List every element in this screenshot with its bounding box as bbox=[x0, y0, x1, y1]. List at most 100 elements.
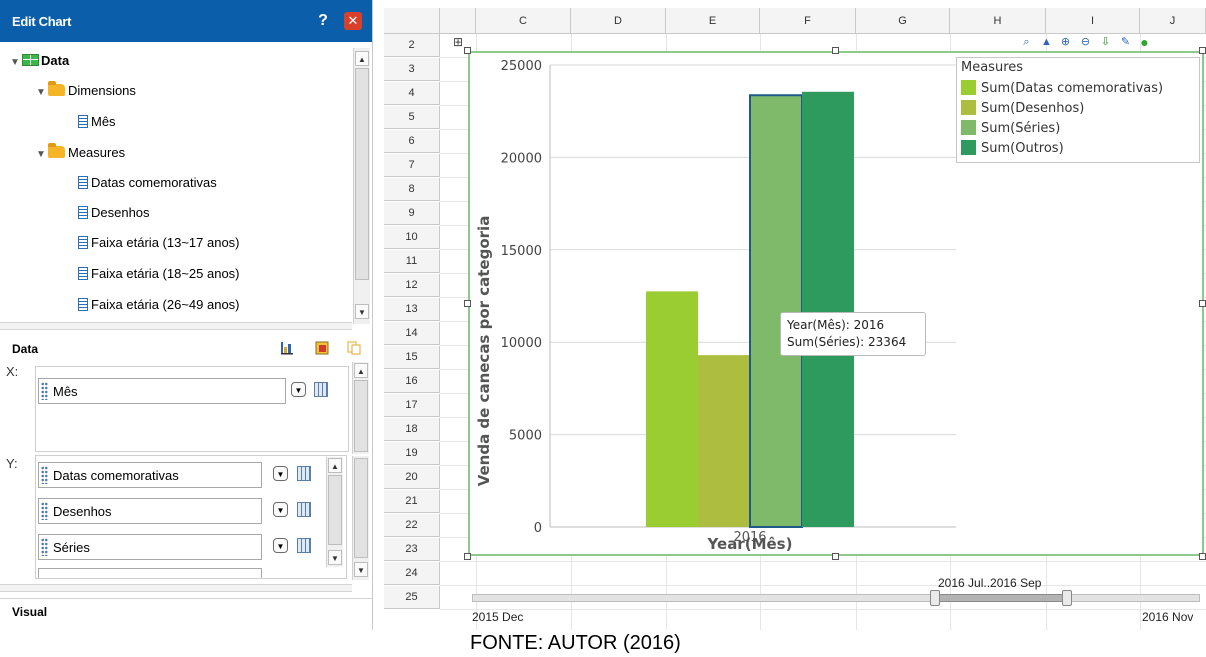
row-header[interactable]: 3 bbox=[384, 58, 440, 81]
column-header[interactable] bbox=[440, 8, 476, 34]
drag-grip-icon[interactable] bbox=[41, 538, 48, 556]
y-field-dropdown-icon[interactable]: ▼ bbox=[273, 502, 288, 517]
y-field-calculator-icon[interactable] bbox=[297, 538, 311, 553]
tree-field-mes[interactable]: Mês bbox=[78, 111, 116, 133]
scroll-thumb[interactable] bbox=[354, 458, 368, 558]
row-header[interactable]: 6 bbox=[384, 130, 440, 153]
column-header[interactable]: E bbox=[666, 8, 760, 34]
row-header[interactable]: 21 bbox=[384, 490, 440, 513]
scroll-thumb[interactable] bbox=[328, 475, 342, 545]
scroll-down-arrow-icon[interactable]: ▼ bbox=[328, 550, 342, 565]
row-header[interactable]: 13 bbox=[384, 298, 440, 321]
range-slider-start-handle[interactable] bbox=[930, 590, 940, 606]
y-field-slot[interactable]: Séries bbox=[38, 534, 262, 560]
x-field-dropdown-icon[interactable]: ▼ bbox=[291, 382, 306, 397]
row-header[interactable]: 15 bbox=[384, 346, 440, 369]
row-header[interactable]: 19 bbox=[384, 442, 440, 465]
expand-triangle-icon[interactable]: ▼ bbox=[36, 82, 48, 104]
scroll-thumb[interactable] bbox=[354, 380, 368, 452]
range-slider-track[interactable] bbox=[472, 594, 1200, 602]
y-field-slot-partial[interactable] bbox=[38, 568, 262, 578]
tree-field-measure[interactable]: Desenhos bbox=[78, 202, 150, 224]
y-zone-scrollbar[interactable]: ▼ bbox=[352, 456, 369, 580]
resize-handle[interactable] bbox=[1199, 300, 1206, 307]
row-header[interactable]: 11 bbox=[384, 250, 440, 273]
column-header[interactable]: F bbox=[760, 8, 856, 34]
row-header[interactable]: 10 bbox=[384, 226, 440, 249]
move-handle-icon[interactable]: ⊞ bbox=[453, 35, 463, 49]
visual-section-header[interactable]: Visual bbox=[0, 598, 372, 631]
zoom-in-icon[interactable]: ⊕ bbox=[1059, 36, 1072, 49]
panel-splitter[interactable] bbox=[0, 322, 352, 330]
tree-root-data[interactable]: ▼ Data bbox=[10, 50, 69, 72]
column-header[interactable]: H bbox=[950, 8, 1046, 34]
row-header[interactable]: 20 bbox=[384, 466, 440, 489]
legend-item[interactable]: Sum(Outros) bbox=[961, 140, 1064, 158]
y-zone-inner-scrollbar[interactable]: ▲ ▼ bbox=[326, 457, 343, 567]
tree-scrollbar[interactable]: ▲ ▼ bbox=[353, 48, 370, 324]
resize-handle[interactable] bbox=[832, 553, 839, 560]
tree-field-measure[interactable]: Faixa etária (13~17 anos) bbox=[78, 232, 240, 254]
x-field-slot[interactable]: Mês bbox=[38, 378, 286, 404]
scroll-thumb[interactable] bbox=[355, 68, 369, 280]
legend-item[interactable]: Sum(Séries) bbox=[961, 120, 1060, 138]
tree-field-measure[interactable]: Faixa etária (18~25 anos) bbox=[78, 263, 240, 285]
row-header[interactable]: 4 bbox=[384, 82, 440, 105]
scroll-down-arrow-icon[interactable]: ▼ bbox=[354, 562, 368, 577]
edit-pencil-icon[interactable]: ✎ bbox=[1119, 36, 1132, 49]
column-header[interactable]: J bbox=[1140, 8, 1206, 34]
range-slider-end-handle[interactable] bbox=[1062, 590, 1072, 606]
x-field-calculator-icon[interactable] bbox=[314, 382, 328, 397]
y-field-calculator-icon[interactable] bbox=[297, 502, 311, 517]
y-field-calculator-icon[interactable] bbox=[297, 466, 311, 481]
column-header[interactable]: G bbox=[856, 8, 950, 34]
range-slider-selection[interactable] bbox=[935, 594, 1068, 602]
zoom-out-icon[interactable]: ⊖ bbox=[1079, 36, 1092, 49]
resize-handle[interactable] bbox=[464, 300, 471, 307]
bar[interactable] bbox=[646, 291, 698, 527]
row-header[interactable]: 7 bbox=[384, 154, 440, 177]
expand-triangle-icon[interactable]: ▼ bbox=[36, 144, 48, 166]
row-header[interactable]: 14 bbox=[384, 322, 440, 345]
tree-folder-measures[interactable]: ▼ Measures bbox=[36, 142, 125, 164]
row-header[interactable]: 8 bbox=[384, 178, 440, 201]
scroll-down-arrow-icon[interactable]: ▼ bbox=[355, 304, 369, 319]
row-header[interactable]: 24 bbox=[384, 562, 440, 585]
drag-grip-icon[interactable] bbox=[41, 502, 48, 520]
resize-handle[interactable] bbox=[1199, 553, 1206, 560]
column-header[interactable]: C bbox=[476, 8, 571, 34]
tree-field-measure[interactable]: Datas comemorativas bbox=[78, 172, 217, 194]
row-header[interactable]: 25 bbox=[384, 586, 440, 609]
row-header[interactable]: 18 bbox=[384, 418, 440, 441]
tree-field-measure[interactable]: Faixa etária (26~49 anos) bbox=[78, 294, 240, 316]
y-field-dropdown-icon[interactable]: ▼ bbox=[273, 466, 288, 481]
tree-folder-dimensions[interactable]: ▼ Dimensions bbox=[36, 80, 136, 102]
row-header[interactable]: 2 bbox=[384, 34, 440, 57]
close-icon[interactable]: ✕ bbox=[344, 12, 362, 30]
color-palette-icon[interactable] bbox=[315, 341, 329, 355]
resize-handle[interactable] bbox=[464, 47, 471, 54]
bar[interactable] bbox=[698, 355, 750, 527]
resize-handle[interactable] bbox=[832, 47, 839, 54]
corner-cell[interactable] bbox=[384, 8, 440, 34]
row-header[interactable]: 12 bbox=[384, 274, 440, 297]
row-header[interactable]: 5 bbox=[384, 106, 440, 129]
y-field-dropdown-icon[interactable]: ▼ bbox=[273, 538, 288, 553]
help-icon[interactable]: ? bbox=[314, 12, 332, 30]
drag-grip-icon[interactable] bbox=[41, 466, 48, 484]
expand-triangle-icon[interactable]: ▼ bbox=[10, 52, 22, 74]
legend-item[interactable]: Sum(Datas comemorativas) bbox=[961, 80, 1163, 98]
column-header[interactable]: I bbox=[1046, 8, 1140, 34]
row-header[interactable]: 23 bbox=[384, 538, 440, 561]
pin-icon[interactable]: ▲ bbox=[1040, 36, 1053, 49]
drag-grip-icon[interactable] bbox=[41, 382, 48, 400]
row-header[interactable]: 16 bbox=[384, 370, 440, 393]
row-header[interactable]: 9 bbox=[384, 202, 440, 225]
row-header[interactable]: 17 bbox=[384, 394, 440, 417]
y-field-slot[interactable]: Desenhos bbox=[38, 498, 262, 524]
zoom-to-fit-icon[interactable]: ⌕ bbox=[1020, 36, 1033, 49]
resize-handle[interactable] bbox=[1199, 47, 1206, 54]
scroll-up-arrow-icon[interactable]: ▲ bbox=[355, 51, 369, 66]
resize-handle[interactable] bbox=[464, 553, 471, 560]
copy-settings-icon[interactable] bbox=[347, 341, 361, 355]
